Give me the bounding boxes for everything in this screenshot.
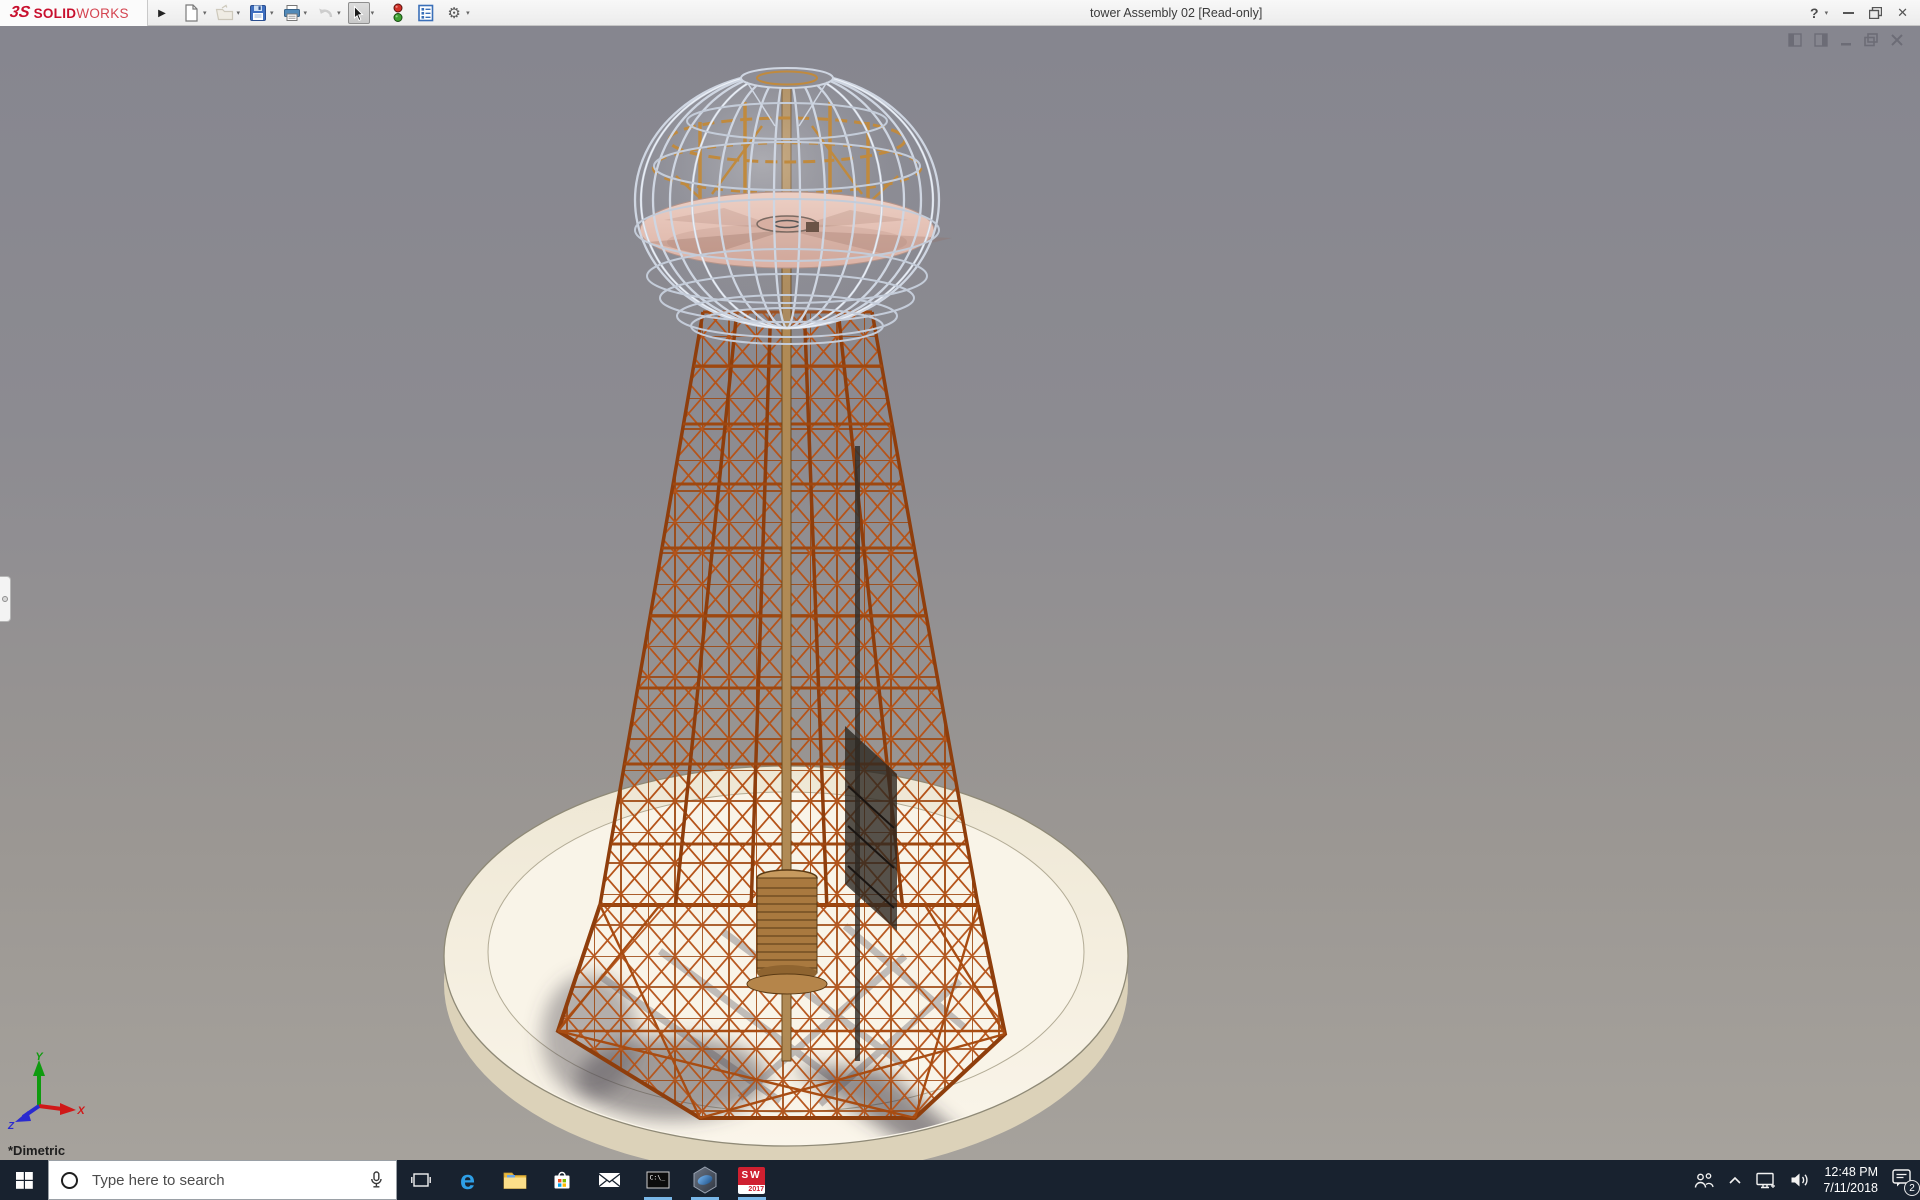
store-icon bbox=[551, 1170, 573, 1190]
taskbar-solidworks[interactable]: SW 2017 bbox=[728, 1160, 775, 1200]
taskbar-mail[interactable] bbox=[586, 1160, 633, 1200]
electrode-dome bbox=[635, 68, 952, 344]
pane-left-icon[interactable] bbox=[1788, 33, 1803, 47]
mail-icon bbox=[598, 1171, 621, 1189]
clock-date: 7/11/2018 bbox=[1823, 1180, 1878, 1196]
taskbar-search[interactable] bbox=[48, 1160, 397, 1200]
solidworks-2017-icon: SW 2017 bbox=[738, 1167, 765, 1194]
action-center-button[interactable]: 2 bbox=[1892, 1168, 1912, 1192]
select-button[interactable] bbox=[348, 2, 370, 24]
graphics-area[interactable]: Y X Z *Dimetric bbox=[0, 26, 1920, 1160]
new-document-button[interactable] bbox=[180, 2, 202, 24]
panel-tab-dot-icon bbox=[2, 596, 8, 602]
taskbar-edge[interactable]: e bbox=[444, 1160, 491, 1200]
options-dropdown-caret[interactable]: ▾ bbox=[466, 9, 470, 17]
open-folder-icon bbox=[215, 4, 234, 22]
svg-text:C:\_: C:\_ bbox=[649, 1174, 665, 1182]
solidworks-logo: 3S SOLIDWORKS bbox=[0, 0, 148, 26]
help-button[interactable]: ? bbox=[1810, 5, 1819, 21]
open-button[interactable] bbox=[214, 2, 236, 24]
windows-logo-icon bbox=[16, 1172, 33, 1189]
file-explorer-icon bbox=[503, 1170, 527, 1190]
undo-arrow-icon bbox=[316, 4, 334, 22]
pane-right-icon[interactable] bbox=[1814, 33, 1829, 47]
select-cursor-icon bbox=[350, 5, 367, 22]
start-button[interactable] bbox=[0, 1160, 48, 1200]
logo-text-solid: SOLID bbox=[34, 6, 77, 21]
save-button[interactable] bbox=[247, 2, 269, 24]
save-dropdown-caret[interactable]: ▾ bbox=[270, 9, 274, 17]
rebuild-traffic-light-icon bbox=[389, 3, 407, 23]
help-dropdown-caret[interactable]: ▾ bbox=[1825, 9, 1829, 17]
volume-icon[interactable] bbox=[1790, 1172, 1809, 1188]
taskbar-3d-viewer[interactable] bbox=[681, 1160, 728, 1200]
open-dropdown-caret[interactable]: ▾ bbox=[237, 9, 241, 17]
search-input[interactable] bbox=[90, 1171, 357, 1190]
print-dropdown-caret[interactable]: ▾ bbox=[304, 9, 308, 17]
taskbar-file-explorer[interactable] bbox=[491, 1160, 538, 1200]
close-button[interactable]: ✕ bbox=[1897, 5, 1908, 21]
task-view-button[interactable] bbox=[397, 1160, 444, 1200]
quick-access-toolbar: ▾ ▾ ▾ ▾ ▾ ▾ ⚙ ▾ bbox=[176, 0, 473, 26]
toolbar-flyout-arrow-icon[interactable]: ▶ bbox=[152, 0, 172, 26]
new-dropdown-caret[interactable]: ▾ bbox=[203, 9, 207, 17]
minimize-doc-icon[interactable] bbox=[1840, 33, 1853, 47]
triad-x-label: X bbox=[76, 1105, 85, 1117]
select-dropdown-caret[interactable]: ▾ bbox=[371, 9, 375, 17]
titlebar: 3S SOLIDWORKS ▶ ▾ ▾ ▾ ▾ ▾ ▾ bbox=[0, 0, 1920, 26]
print-icon bbox=[283, 4, 301, 22]
people-icon[interactable] bbox=[1694, 1172, 1714, 1189]
save-floppy-icon bbox=[249, 4, 267, 22]
minimize-button[interactable] bbox=[1843, 12, 1854, 14]
featuremanager-collapsed-tab[interactable] bbox=[0, 576, 11, 622]
microphone-icon[interactable] bbox=[369, 1171, 384, 1189]
undo-button[interactable] bbox=[314, 2, 336, 24]
view-orientation-label: *Dimetric bbox=[8, 1143, 65, 1158]
new-document-icon bbox=[182, 4, 200, 22]
taskbar-clock[interactable]: 12:48 PM 7/11/2018 bbox=[1823, 1164, 1878, 1197]
tower-assembly-model bbox=[0, 26, 1920, 1160]
triad-z-label: Z bbox=[7, 1121, 15, 1130]
orientation-triad: Y X Z bbox=[2, 1050, 86, 1130]
file-properties-icon bbox=[417, 4, 435, 22]
restore-doc-icon[interactable] bbox=[1864, 33, 1879, 47]
print-button[interactable] bbox=[281, 2, 303, 24]
taskbar-command-prompt[interactable]: C:\_ bbox=[634, 1160, 681, 1200]
dassault-3ds-logo-icon: 3S bbox=[8, 4, 31, 22]
edge-icon: e bbox=[460, 1167, 475, 1194]
restore-button[interactable] bbox=[1869, 7, 1882, 19]
cortana-icon bbox=[61, 1172, 78, 1189]
logo-text-works: WORKS bbox=[76, 6, 129, 21]
center-coil bbox=[747, 870, 827, 994]
triad-y-label: Y bbox=[35, 1051, 44, 1063]
document-title: tower Assembly 02 [Read-only] bbox=[1090, 0, 1262, 26]
options-button[interactable]: ⚙ bbox=[443, 2, 465, 24]
network-icon[interactable] bbox=[1756, 1171, 1776, 1189]
notification-badge: 2 bbox=[1904, 1180, 1920, 1196]
task-view-icon bbox=[411, 1172, 431, 1188]
file-properties-button[interactable] bbox=[415, 2, 437, 24]
command-prompt-icon: C:\_ bbox=[646, 1170, 670, 1190]
system-tray: 12:48 PM 7/11/2018 2 bbox=[1694, 1160, 1920, 1200]
window-controls: ? ▾ ✕ bbox=[1810, 0, 1908, 26]
document-window-controls bbox=[1788, 33, 1904, 47]
3d-viewer-hexagon-icon bbox=[692, 1166, 718, 1194]
close-doc-icon[interactable] bbox=[1890, 33, 1904, 47]
taskbar-store[interactable] bbox=[538, 1160, 585, 1200]
windows-taskbar: e C:\_ SW 20 bbox=[0, 1160, 1920, 1200]
tray-chevron-up-icon[interactable] bbox=[1728, 1175, 1742, 1185]
undo-dropdown-caret[interactable]: ▾ bbox=[337, 9, 341, 17]
rebuild-button[interactable] bbox=[387, 2, 409, 24]
clock-time: 12:48 PM bbox=[1823, 1164, 1878, 1180]
options-gear-icon: ⚙ bbox=[447, 6, 460, 21]
solidworks-window: 3S SOLIDWORKS ▶ ▾ ▾ ▾ ▾ ▾ ▾ bbox=[0, 0, 1920, 1200]
